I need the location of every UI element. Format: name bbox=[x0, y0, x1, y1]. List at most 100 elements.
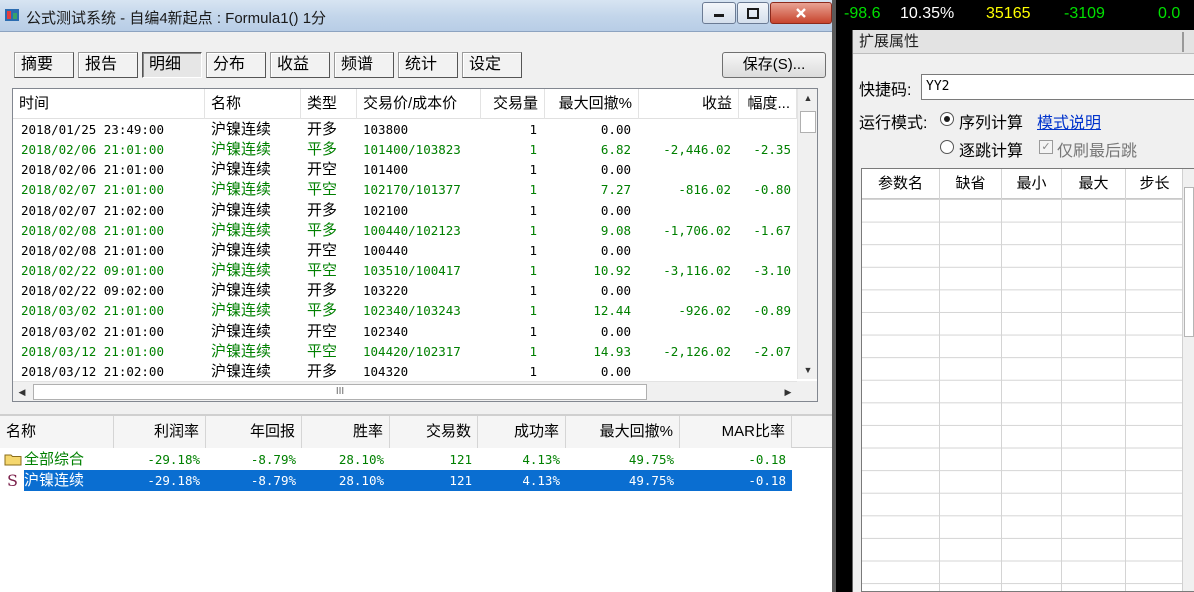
parameter-table[interactable]: 参数名 缺省 最小 最大 步长 bbox=[861, 168, 1194, 592]
cell-profit bbox=[639, 120, 731, 140]
col-time[interactable]: 时间 bbox=[13, 89, 205, 119]
cell-profit bbox=[639, 201, 731, 221]
col-profit[interactable]: 收益 bbox=[639, 89, 739, 119]
table-row[interactable]: 2018/02/06 21:01:00 沪镍连续 开空 101400 1 0.00 bbox=[13, 160, 797, 180]
quote-value-1: -98.6 bbox=[844, 5, 881, 22]
scroll-down-icon[interactable]: ▼ bbox=[798, 361, 817, 379]
panel-grip-icon[interactable] bbox=[1182, 32, 1192, 52]
tab-settings[interactable]: 设定 bbox=[462, 52, 522, 78]
table-row[interactable]: 2018/02/07 21:02:00 沪镍连续 开多 102100 1 0.00 bbox=[13, 201, 797, 221]
table-row[interactable]: 2018/02/06 21:01:00 沪镍连续 平多 101400/103823 1 6… bbox=[13, 140, 797, 160]
col-name[interactable]: 名称 bbox=[205, 89, 301, 119]
table-row[interactable]: 2018/02/22 09:01:00 沪镍连续 平空 103510/100417 1 1… bbox=[13, 261, 797, 281]
cell-price: 100440 bbox=[363, 242, 409, 258]
table-row[interactable]: 2018/01/25 23:49:00 沪镍连续 开多 103800 1 0.00 bbox=[13, 120, 797, 140]
parameter-scrollbar[interactable] bbox=[1182, 169, 1194, 591]
tab-distribution[interactable]: 分布 bbox=[206, 52, 266, 78]
cell-volume: 1 bbox=[529, 343, 537, 359]
col-profit-rate[interactable]: 利润率 bbox=[114, 416, 206, 448]
minimize-button[interactable] bbox=[702, 2, 736, 24]
extended-properties-panel: 扩展属性 快捷码: YY2 运行模式: 序列计算 模式说明 逐跳计算 ✓ 仅刷最… bbox=[852, 30, 1194, 592]
mode-tick-radio[interactable] bbox=[940, 140, 954, 154]
col-win-rate[interactable]: 胜率 bbox=[302, 416, 390, 448]
col-param-name[interactable]: 参数名 bbox=[862, 169, 940, 199]
cell-range: -0.80 bbox=[753, 182, 791, 198]
col-min[interactable]: 最小 bbox=[1002, 169, 1062, 199]
trade-detail-table[interactable]: 时间 名称 类型 交易价/成本价 交易量 最大回撤% 收益 幅度... 2018… bbox=[12, 88, 818, 402]
app-icon bbox=[5, 9, 19, 21]
cell-profit bbox=[639, 281, 731, 301]
col-type[interactable]: 类型 bbox=[301, 89, 357, 119]
scroll-left-icon[interactable]: ◀ bbox=[13, 382, 31, 401]
cell-name: 沪镍连续 bbox=[211, 221, 272, 239]
cell-type: 平多 bbox=[307, 302, 338, 320]
col-annual-return[interactable]: 年回报 bbox=[206, 416, 302, 448]
col-max[interactable]: 最大 bbox=[1062, 169, 1126, 199]
refresh-last-label[interactable]: 仅刷最后跳 bbox=[1057, 137, 1137, 161]
trade-horizontal-scrollbar[interactable]: ◀ III ▶ bbox=[13, 381, 797, 401]
table-row[interactable]: 2018/03/12 21:02:00 沪镍连续 开多 104320 1 0.00 bbox=[13, 362, 797, 378]
table-row[interactable]: 2018/03/02 21:01:00 沪镍连续 开空 102340 1 0.00 bbox=[13, 322, 797, 342]
cell-max-drawdown: 6.82 bbox=[600, 142, 631, 158]
hscroll-thumb[interactable]: III bbox=[33, 384, 647, 400]
mode-tick-label[interactable]: 逐跳计算 bbox=[959, 137, 1023, 161]
tab-report[interactable]: 报告 bbox=[78, 52, 138, 78]
cell-success-rate: 4.13% bbox=[522, 452, 560, 467]
cell-range: -2.35 bbox=[753, 142, 791, 158]
table-row[interactable]: 2018/03/02 21:01:00 沪镍连续 平多 102340/103243 1 1… bbox=[13, 301, 797, 321]
scroll-thumb[interactable] bbox=[800, 111, 816, 133]
col-trade-count[interactable]: 交易数 bbox=[390, 416, 478, 448]
cell-range: -2.07 bbox=[753, 343, 791, 359]
col-step[interactable]: 步长 bbox=[1126, 169, 1184, 199]
tab-summary[interactable]: 摘要 bbox=[14, 52, 74, 78]
title-bar[interactable]: 公式测试系统 - 自编4新起点 : Formula1() 1分 bbox=[0, 0, 832, 32]
col-summary-max-drawdown[interactable]: 最大回撤% bbox=[566, 416, 680, 448]
run-mode-label: 运行模式: bbox=[859, 115, 928, 132]
trade-vertical-scrollbar[interactable]: ▲ ▼ bbox=[797, 89, 817, 379]
col-summary-name[interactable]: 名称 bbox=[0, 416, 114, 448]
cell-max-drawdown: 0.00 bbox=[600, 202, 631, 218]
cell-range: -0.89 bbox=[753, 303, 791, 319]
scroll-up-icon[interactable]: ▲ bbox=[798, 89, 817, 107]
cell-time: 2018/02/08 21:01:00 bbox=[21, 242, 164, 258]
mode-help-link[interactable]: 模式说明 bbox=[1037, 109, 1101, 133]
col-default[interactable]: 缺省 bbox=[940, 169, 1002, 199]
tab-statistics[interactable]: 统计 bbox=[398, 52, 458, 78]
summary-row[interactable]: S 沪镍连续 -29.18% -8.79% 28.10% 121 4.13% 49.75% -0… bbox=[0, 470, 832, 491]
scroll-right-icon[interactable]: ▶ bbox=[779, 382, 797, 401]
maximize-button[interactable] bbox=[737, 2, 769, 24]
cell-mar-ratio: -0.18 bbox=[680, 470, 792, 491]
col-success-rate[interactable]: 成功率 bbox=[478, 416, 566, 448]
close-button[interactable] bbox=[770, 2, 832, 24]
parameter-scroll-thumb[interactable] bbox=[1184, 187, 1194, 337]
table-row[interactable]: 2018/02/07 21:01:00 沪镍连续 平空 102170/101377 1 7… bbox=[13, 180, 797, 200]
parameter-grid[interactable] bbox=[862, 199, 1184, 591]
refresh-last-checkbox[interactable]: ✓ bbox=[1039, 140, 1053, 154]
col-mar-ratio[interactable]: MAR比率 bbox=[680, 416, 792, 448]
cell-volume: 1 bbox=[529, 142, 537, 158]
cell-volume: 1 bbox=[529, 242, 537, 258]
mode-sequence-radio[interactable] bbox=[940, 112, 954, 126]
window-title: 公式测试系统 - 自编4新起点 : Formula1() 1分 bbox=[26, 10, 327, 27]
save-button[interactable]: 保存(S)... bbox=[722, 52, 826, 78]
summary-row[interactable]: 全部综合 -29.18% -8.79% 28.10% 121 4.13% 49.75% -0.… bbox=[0, 449, 832, 470]
table-row[interactable]: 2018/02/08 21:01:00 沪镍连续 平多 100440/102123 1 9… bbox=[13, 221, 797, 241]
tab-returns[interactable]: 收益 bbox=[270, 52, 330, 78]
col-price[interactable]: 交易价/成本价 bbox=[357, 89, 481, 119]
table-row[interactable]: 2018/02/22 09:02:00 沪镍连续 开多 103220 1 0.00 bbox=[13, 281, 797, 301]
cell-range bbox=[739, 160, 791, 180]
tab-detail[interactable]: 明细 bbox=[142, 52, 202, 78]
summary-table[interactable]: 名称 利润率 年回报 胜率 交易数 成功率 最大回撤% MAR比率 全部综合 -2… bbox=[0, 414, 832, 592]
cell-time: 2018/03/02 21:01:00 bbox=[21, 323, 164, 339]
shortcut-input[interactable]: YY2 bbox=[921, 74, 1194, 100]
table-row[interactable]: 2018/03/12 21:01:00 沪镍连续 平空 104420/102317 1 1… bbox=[13, 342, 797, 362]
tab-spectrum[interactable]: 频谱 bbox=[334, 52, 394, 78]
col-volume[interactable]: 交易量 bbox=[481, 89, 545, 119]
cell-name: 沪镍连续 bbox=[211, 342, 272, 360]
cell-annual-return: -8.79% bbox=[250, 452, 296, 467]
panel-title: 扩展属性 bbox=[853, 30, 1194, 54]
mode-sequence-label[interactable]: 序列计算 bbox=[959, 109, 1023, 133]
col-max-drawdown[interactable]: 最大回撤% bbox=[545, 89, 639, 119]
table-row[interactable]: 2018/02/08 21:01:00 沪镍连续 开空 100440 1 0.00 bbox=[13, 241, 797, 261]
col-range[interactable]: 幅度... bbox=[739, 89, 797, 119]
